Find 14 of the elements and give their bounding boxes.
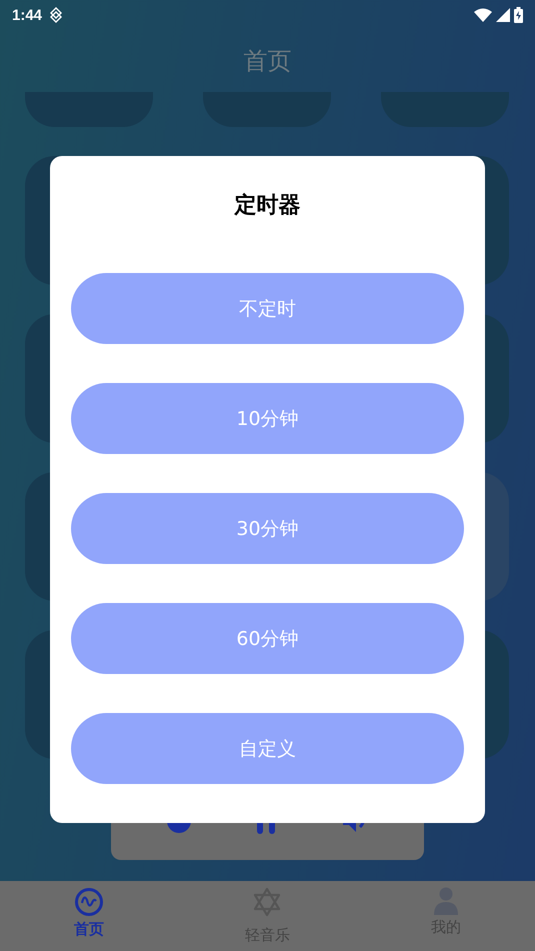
wave-icon (74, 887, 104, 917)
timer-option-button[interactable]: 自定义 (71, 713, 464, 784)
timer-option-button[interactable]: 不定时 (71, 273, 464, 344)
status-time: 1:44 (12, 6, 42, 24)
page-title: 首页 (244, 46, 292, 77)
timer-option-button[interactable]: 30分钟 (71, 493, 464, 564)
timer-option-button[interactable]: 10分钟 (71, 383, 464, 454)
timer-option-button[interactable]: 60分钟 (71, 603, 464, 674)
app-icon (50, 7, 62, 23)
wifi-icon (474, 8, 492, 22)
dialog-title: 定时器 (233, 192, 302, 220)
signal-icon (496, 8, 510, 22)
nav-tab[interactable]: 首页 (0, 881, 178, 951)
battery-icon (514, 7, 523, 23)
